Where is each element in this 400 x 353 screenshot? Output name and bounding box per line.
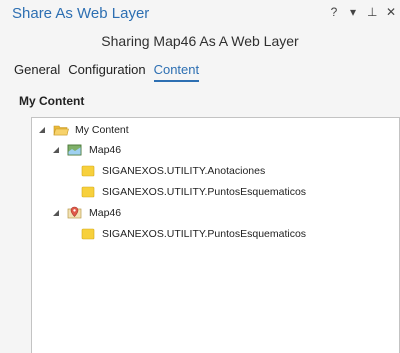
tree-node-label: SIGANEXOS.UTILITY.PuntosEsquematicos bbox=[102, 186, 307, 198]
content-tree[interactable]: My Content Map46 SIGANEXOS.UTILITY.Anota… bbox=[31, 117, 400, 353]
expand-collapse-icon[interactable] bbox=[51, 145, 61, 155]
expand-collapse-icon[interactable] bbox=[51, 208, 61, 218]
expand-collapse-icon[interactable] bbox=[37, 125, 47, 135]
tree-node-label: My Content bbox=[75, 124, 129, 136]
tree-node-layer[interactable]: SIGANEXOS.UTILITY.Anotaciones bbox=[80, 161, 265, 181]
pin-button[interactable]: ⊥ bbox=[367, 5, 377, 19]
layer-icon bbox=[80, 185, 96, 199]
section-title: My Content bbox=[19, 94, 85, 108]
tab-configuration[interactable]: Configuration bbox=[68, 62, 145, 82]
map-pin-icon bbox=[67, 206, 83, 220]
close-button[interactable]: ✕ bbox=[386, 5, 396, 19]
pane-subtitle: Sharing Map46 As A Web Layer bbox=[101, 33, 299, 49]
layer-icon bbox=[80, 164, 96, 178]
help-button[interactable]: ? bbox=[329, 5, 339, 19]
pane-title: Share As Web Layer bbox=[12, 5, 150, 22]
tab-general[interactable]: General bbox=[14, 62, 60, 82]
tree-node-my-content[interactable]: My Content bbox=[37, 120, 129, 140]
tree-node-label: SIGANEXOS.UTILITY.Anotaciones bbox=[102, 165, 266, 177]
tree-node-map[interactable]: Map46 bbox=[51, 140, 121, 160]
tree-node-layer[interactable]: SIGANEXOS.UTILITY.PuntosEsquematicos bbox=[80, 182, 306, 202]
layer-icon bbox=[80, 227, 96, 241]
tree-node-map[interactable]: Map46 bbox=[51, 203, 121, 223]
tree-node-label: Map46 bbox=[89, 144, 122, 156]
options-dropdown-button[interactable]: ▾ bbox=[348, 5, 358, 19]
tab-content[interactable]: Content bbox=[153, 62, 200, 82]
pane-header: Share As Web Layer ? ▾ ⊥ ✕ bbox=[0, 0, 400, 27]
tree-node-label: SIGANEXOS.UTILITY.PuntosEsquematicos bbox=[102, 228, 307, 240]
folder-icon bbox=[53, 123, 69, 137]
tab-bar: General Configuration Content bbox=[14, 62, 200, 82]
tree-node-layer[interactable]: SIGANEXOS.UTILITY.PuntosEsquematicos bbox=[80, 224, 306, 244]
map-icon bbox=[67, 143, 83, 157]
tree-node-label: Map46 bbox=[89, 207, 122, 219]
header-controls: ? ▾ ⊥ ✕ bbox=[329, 5, 396, 19]
